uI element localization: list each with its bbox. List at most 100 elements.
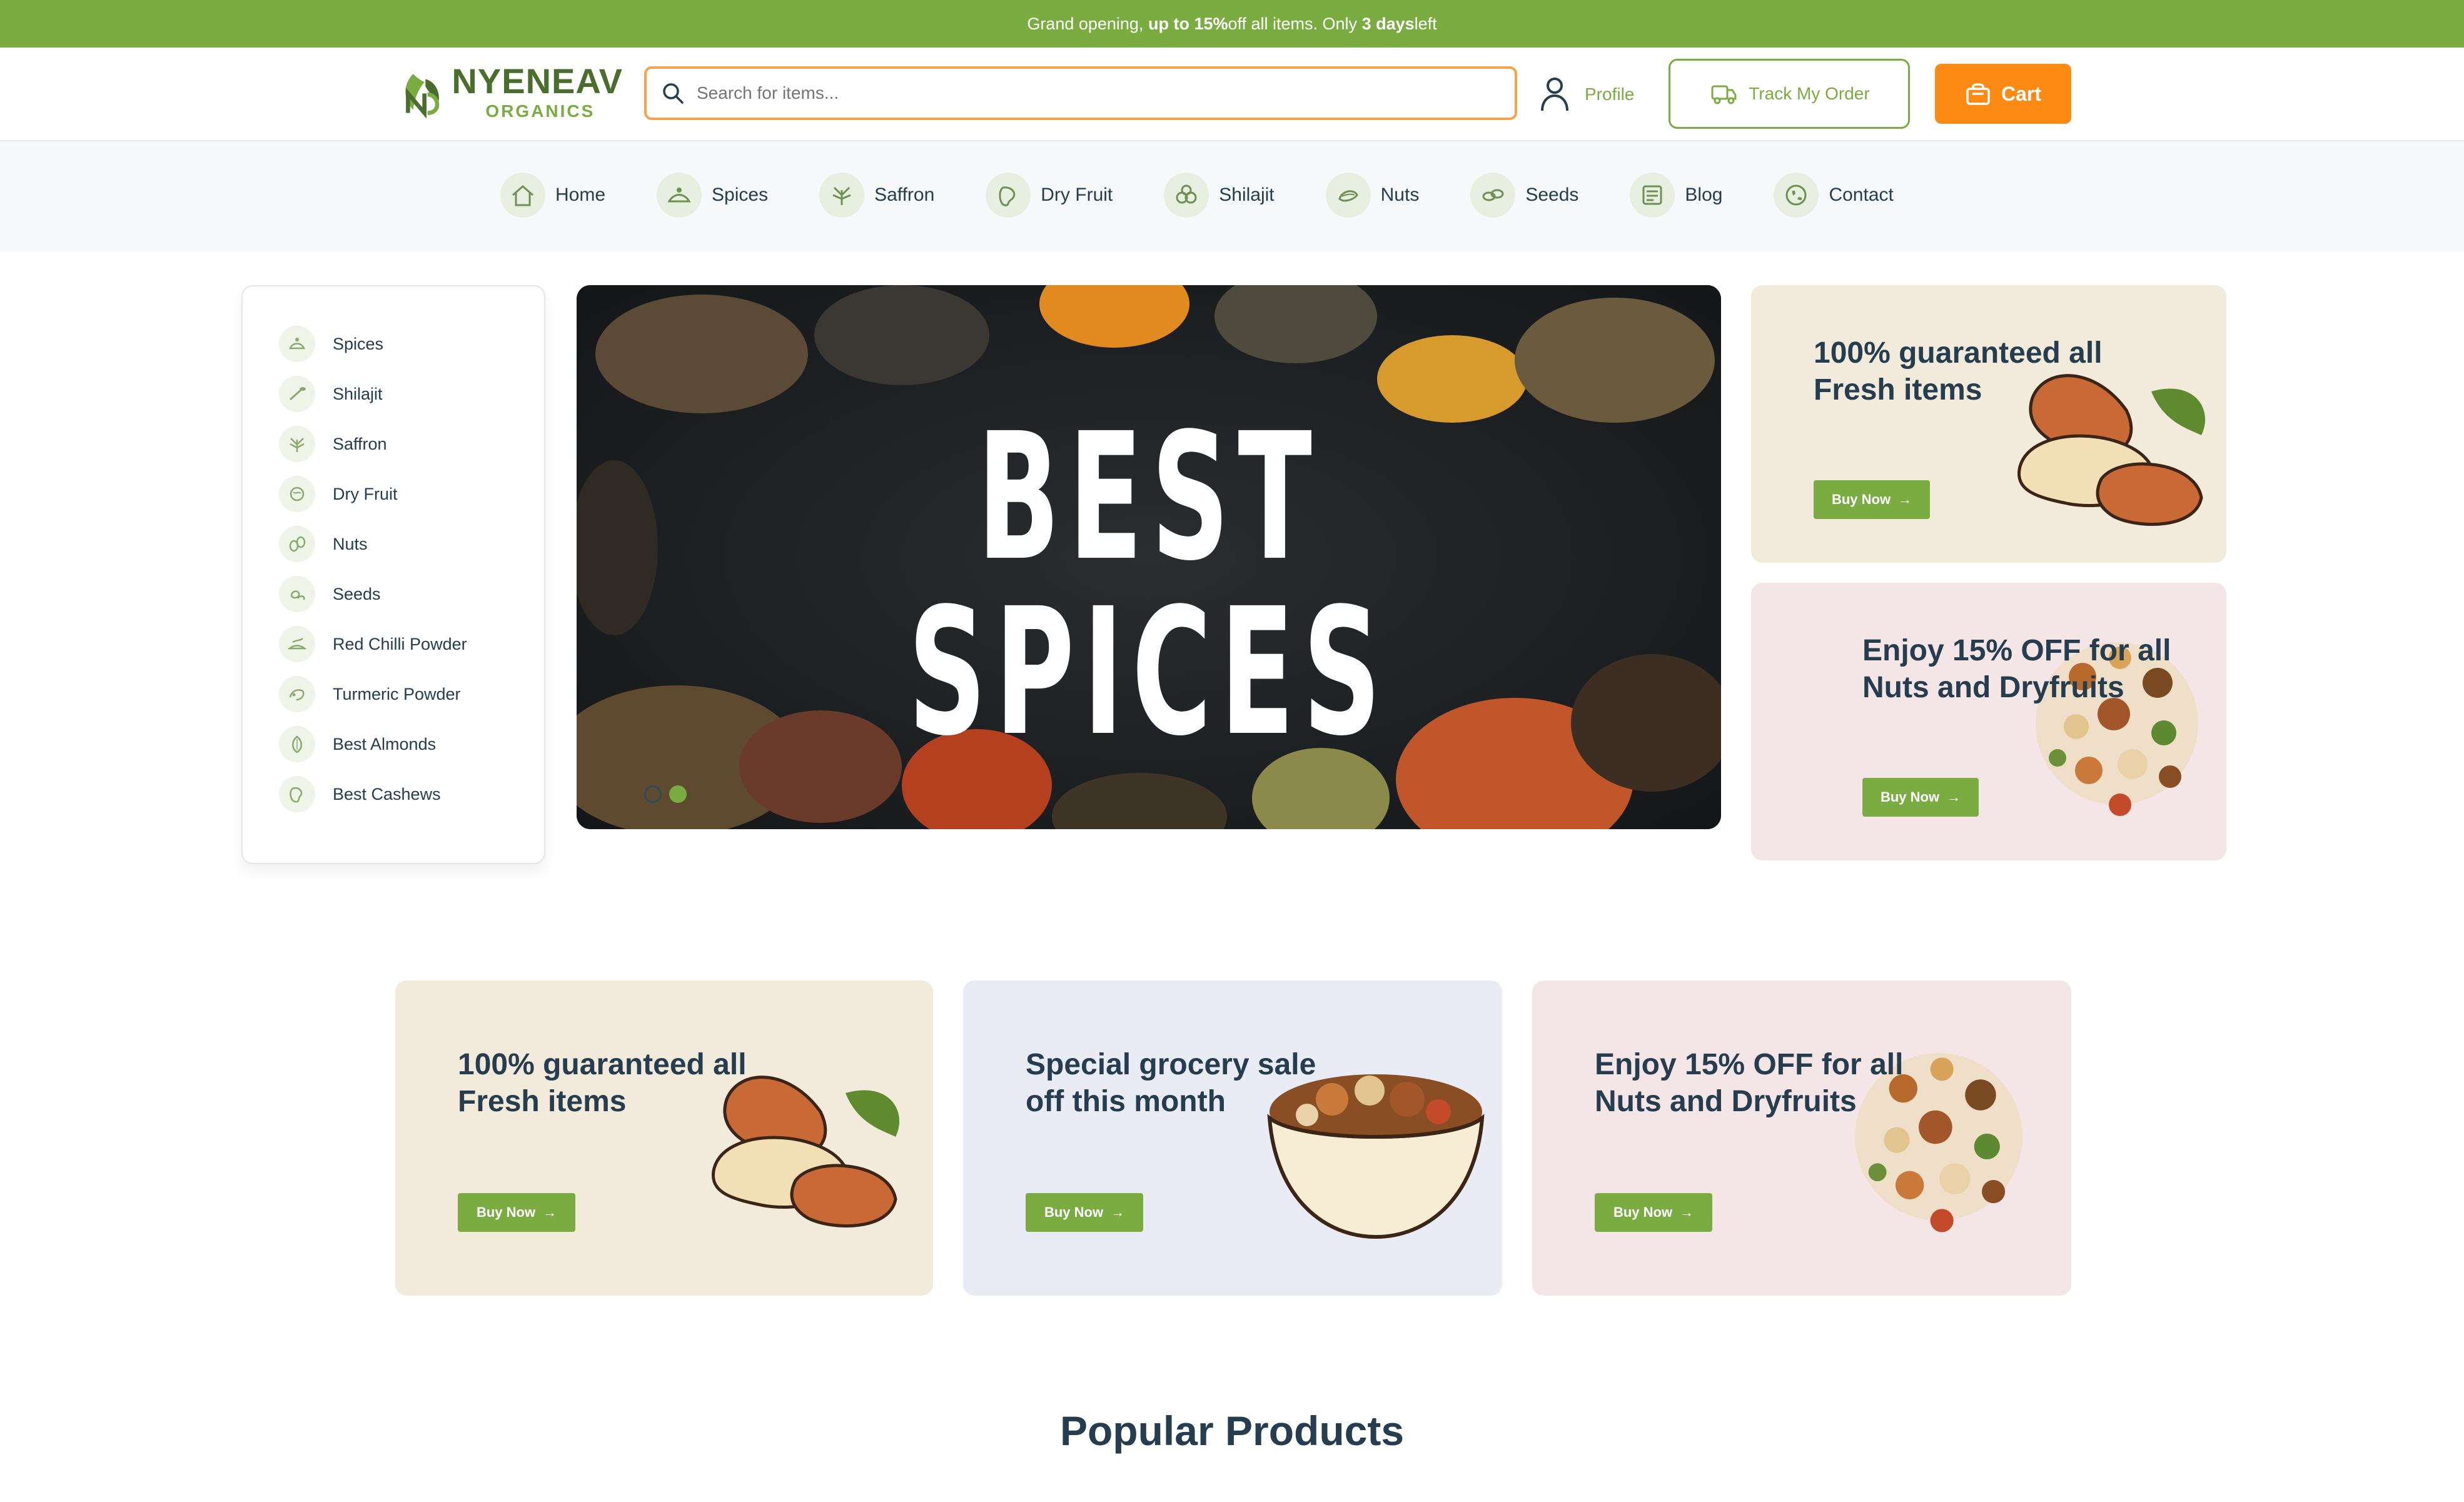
almonds-illustration [712,1076,900,1227]
phone-icon [1774,173,1819,218]
hero-carousel-dots [644,785,687,803]
nav-label: Seeds [1525,184,1579,205]
nav-item-dry-fruit[interactable]: Dry Fruit [986,173,1113,218]
announcement-discount: up to 15% [1148,14,1228,33]
category-label: Shilajit [333,384,383,403]
button-label: Buy Now [1880,789,1940,805]
track-order-label: Track My Order [1749,84,1870,103]
track-order-button[interactable]: Track My Order [1669,59,1910,129]
nuts-icon [1325,173,1371,218]
section-title-popular-products: Popular Products [1059,1408,1405,1454]
promo-title: Enjoy 15% OFF for all Nuts and Dryfruits [1595,1047,1903,1120]
promo-card-nuts-dryfruits: Enjoy 15% OFF for all Nuts and Dryfruits… [1532,980,2071,1296]
category-item-nuts[interactable]: Nuts [279,519,467,569]
category-label: Nuts [333,534,368,553]
nav-label: Shilajit [1219,184,1275,205]
nav-item-nuts[interactable]: Nuts [1325,173,1419,218]
promo-card-grocery-sale: Special grocery sale off this month Buy … [963,980,1502,1296]
announcement-suffix: left [1414,14,1437,33]
category-item-seeds[interactable]: Seeds [279,569,467,619]
home-icon [500,173,545,218]
category-label: Saffron [333,434,387,453]
promo-title-line-1: Enjoy 15% OFF for all [1595,1048,1904,1081]
category-item-spices[interactable]: Spices [279,319,467,369]
nuts-icon [279,526,315,562]
category-item-shilajit[interactable]: Shilajit [279,369,467,419]
category-item-red-chilli-powder[interactable]: Red Chilli Powder [279,619,467,669]
spices-icon [279,326,315,362]
site-logo[interactable]: NYENEAV ORGANICS [398,58,623,126]
category-label: Red Chilli Powder [333,634,467,653]
category-label: Turmeric Powder [333,684,461,703]
shopping-bag-icon [1966,83,1990,105]
saffron-icon [279,426,315,462]
category-item-best-cashews[interactable]: Best Cashews [279,769,467,819]
seeds-icon [1470,173,1516,218]
buy-now-button[interactable]: Buy Now → [1595,1193,1712,1232]
side-promo-card-fresh: 100% guaranteed all Fresh items Buy Now … [1751,285,2226,563]
category-list: Spices Shilajit Saffron Dry Fruit Nuts S… [279,319,467,819]
side-promo-card-nuts: Enjoy 15% OFF for all Nuts and Dryfruits… [1751,583,2226,860]
arrow-right-icon: → [1680,1204,1694,1220]
dry-fruit-icon [986,173,1031,218]
announcement-bar: Grand opening, up to 15% off all items. … [0,0,2464,48]
search-input[interactable] [695,83,1448,104]
category-item-best-almonds[interactable]: Best Almonds [279,719,467,769]
turmeric-icon [279,676,315,712]
hero-banner[interactable]: BEST SPICES [577,285,1721,829]
buy-now-button[interactable]: Buy Now → [1814,480,1930,519]
blog-icon [1630,173,1675,218]
announcement-middle: off all items. Only [1228,14,1358,33]
cashew-icon [279,776,315,812]
buy-now-button[interactable]: Buy Now → [458,1193,575,1232]
promo-title-line-2: Nuts and Dryfruits [1595,1084,1857,1118]
category-label: Spices [333,334,384,353]
category-label: Best Almonds [333,734,437,754]
main-nav: Home Spices Saffron Dry Fruit Shilajit N… [500,170,1945,220]
saffron-icon [819,173,865,218]
cart-label: Cart [2001,82,2041,105]
spices-icon [657,173,702,218]
nav-item-saffron[interactable]: Saffron [819,173,934,218]
category-label: Seeds [333,584,381,603]
button-label: Buy Now [1044,1204,1104,1220]
nut-bowl-illustration [1267,1074,1485,1239]
announcement-prefix: Grand opening, [1027,14,1144,33]
nav-item-shilajit[interactable]: Shilajit [1164,173,1275,218]
promo-title-line-1: Enjoy 15% OFF for all [1862,634,2171,667]
user-icon [1541,78,1568,111]
arrow-right-icon: → [543,1204,557,1220]
category-label: Dry Fruit [333,484,398,503]
nav-label: Spices [712,184,769,205]
delivery-icon [1711,85,1737,104]
nav-item-blog[interactable]: Blog [1630,173,1722,218]
button-label: Buy Now [476,1204,536,1220]
almonds-illustration [2017,374,2206,526]
nav-label: Contact [1829,184,1894,205]
nav-label: Home [555,184,606,205]
almond-icon [279,726,315,762]
nav-item-home[interactable]: Home [500,173,605,218]
nav-item-contact[interactable]: Contact [1774,173,1894,218]
hero-title: BEST SPICES [908,396,1390,775]
dry-fruit-icon [279,476,315,512]
carousel-dot-2-active[interactable] [669,785,687,803]
nav-label: Dry Fruit [1041,184,1113,205]
profile-link[interactable]: Profile [1540,74,1634,115]
buy-now-button[interactable]: Buy Now → [1026,1193,1143,1232]
search-bar[interactable] [644,66,1517,120]
nav-item-spices[interactable]: Spices [657,173,768,218]
category-item-saffron[interactable]: Saffron [279,419,467,469]
category-item-dry-fruit[interactable]: Dry Fruit [279,469,467,519]
buy-now-button[interactable]: Buy Now → [1862,778,1979,817]
carousel-dot-1[interactable] [644,785,662,803]
promo-title: Enjoy 15% OFF for all Nuts and Dryfruits [1862,633,2171,706]
cart-button[interactable]: Cart [1935,64,2071,124]
button-label: Buy Now [1613,1204,1673,1220]
nav-item-seeds[interactable]: Seeds [1470,173,1578,218]
category-item-turmeric-powder[interactable]: Turmeric Powder [279,669,467,719]
promo-card-fresh-items: 100% guaranteed all Fresh items Buy Now … [395,980,933,1296]
promo-title-line-2: Nuts and Dryfruits [1862,670,2124,704]
logo-subtitle: ORGANICS [485,101,595,121]
chilli-powder-icon [279,626,315,662]
